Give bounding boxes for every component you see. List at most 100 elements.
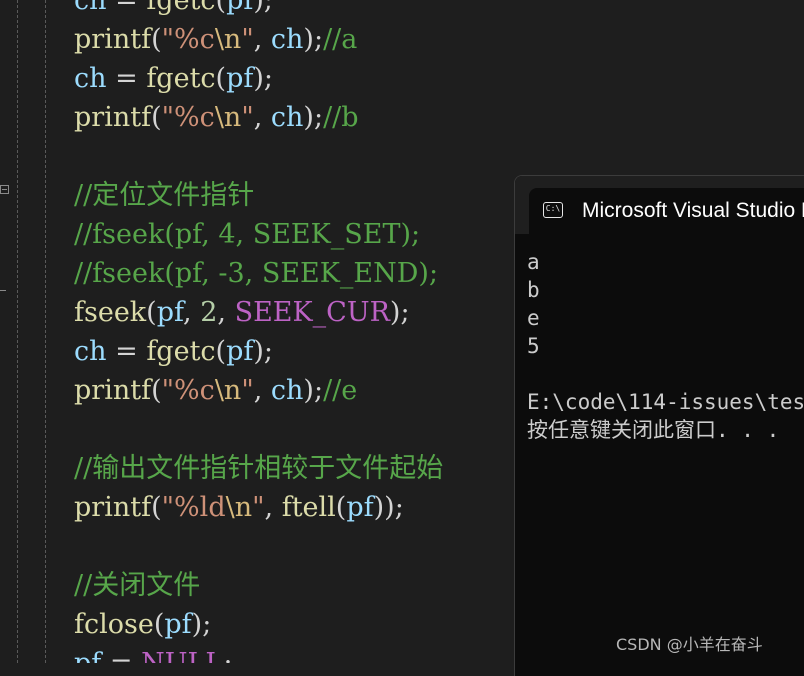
code-token: ,	[183, 297, 201, 328]
code-token: (	[146, 297, 157, 328]
code-line[interactable]: //fseek(pf, -3, SEEK_END);	[74, 254, 438, 293]
console-output-line: e	[527, 306, 540, 330]
code-token: printf	[74, 492, 152, 523]
code-token: );	[191, 609, 212, 640]
code-line[interactable]: //定位文件指针	[74, 176, 254, 215]
code-token: pf	[226, 0, 254, 16]
code-token: //输出文件指针相较于文件起始	[74, 453, 444, 484]
code-token: ;	[223, 648, 232, 663]
code-token: 2	[200, 297, 218, 328]
code-token: "	[241, 375, 254, 406]
code-token: ch	[74, 336, 107, 367]
watermark: CSDN @小羊在奋斗	[616, 635, 763, 654]
console-output-line: b	[527, 278, 540, 302]
code-token: pf	[74, 648, 101, 663]
fold-end-icon	[0, 290, 6, 291]
code-token: ,	[264, 492, 282, 523]
code-token: //b	[323, 102, 359, 133]
code-token: (	[215, 0, 227, 16]
code-line[interactable]: //输出文件指针相较于文件起始	[74, 449, 443, 488]
code-token: pf	[346, 492, 374, 523]
fold-toggle-icon[interactable]	[0, 185, 9, 194]
code-token: //fseek(pf, 4, SEEK_SET);	[74, 219, 421, 250]
code-line[interactable]: printf("%ld\n", ftell(pf));	[74, 488, 404, 527]
code-line[interactable]: pf = NULL;	[74, 644, 232, 663]
code-token: "%ld	[161, 492, 226, 523]
code-token: ,	[217, 297, 235, 328]
code-token: =	[101, 648, 141, 663]
code-token: \n	[214, 375, 242, 406]
terminal-icon: C:\	[543, 202, 563, 218]
code-token: ));	[373, 492, 404, 523]
console-output-line: a	[527, 250, 540, 274]
code-token: );	[253, 336, 274, 367]
code-token: );	[303, 24, 324, 55]
code-token: (	[151, 492, 162, 523]
code-token: (	[151, 24, 162, 55]
code-line[interactable]: //fseek(pf, 4, SEEK_SET);	[74, 215, 420, 254]
indent-guide	[17, 0, 18, 663]
code-token: fseek	[74, 297, 147, 328]
code-token: ch	[74, 0, 107, 16]
code-line[interactable]: fseek(pf, 2, SEEK_CUR);	[74, 293, 410, 332]
code-token: "	[241, 24, 254, 55]
code-token: \n	[214, 24, 242, 55]
code-token: NULL	[141, 648, 223, 663]
code-token: (	[151, 102, 162, 133]
code-token: ,	[253, 102, 271, 133]
code-token: (	[153, 609, 165, 640]
code-token: fclose	[74, 609, 154, 640]
code-token: fgetc	[146, 336, 216, 367]
code-token: ftell	[281, 492, 336, 523]
code-token: );	[303, 375, 324, 406]
code-token: //定位文件指针	[74, 180, 255, 211]
indent-guide	[45, 0, 46, 663]
code-token: ch	[270, 375, 304, 406]
console-output-line: 按任意键关闭此窗口. . .	[527, 418, 780, 442]
code-token: ,	[253, 24, 271, 55]
code-line[interactable]: ch = fgetc(pf);	[74, 332, 273, 371]
console-output-line: 5	[527, 334, 540, 358]
code-line[interactable]: fclose(pf);	[74, 605, 211, 644]
console-titlebar[interactable]: C:\ Microsoft Visual Studio Debug Consol…	[515, 176, 804, 234]
code-token: printf	[74, 375, 152, 406]
console-output-line: E:\code\114-issues\test\x64\Debug\test.e…	[527, 390, 804, 414]
code-token: printf	[74, 24, 152, 55]
code-token: fgetc	[146, 0, 216, 16]
code-token: ch	[74, 63, 107, 94]
editor-gutter	[0, 0, 48, 663]
code-token: "%c	[161, 375, 215, 406]
code-line[interactable]: printf("%c\n", ch);//e	[74, 371, 357, 410]
code-token: (	[335, 492, 347, 523]
code-token: );	[253, 0, 274, 16]
code-token: "	[252, 492, 265, 523]
code-token: ch	[270, 102, 304, 133]
code-token: "	[241, 102, 254, 133]
code-token: //关闭文件	[74, 570, 201, 601]
code-token: pf	[226, 63, 254, 94]
code-line[interactable]: //关闭文件	[74, 566, 200, 605]
code-token: pf	[226, 336, 254, 367]
code-token: (	[215, 336, 227, 367]
code-token: =	[106, 0, 147, 16]
code-token: );	[253, 63, 274, 94]
code-line[interactable]: ch = fgetc(pf);	[74, 0, 273, 20]
debug-console-window[interactable]: C:\ Microsoft Visual Studio Debug Consol…	[514, 175, 804, 676]
code-line[interactable]: printf("%c\n", ch);//b	[74, 98, 359, 137]
code-token: //e	[323, 375, 358, 406]
code-token: );	[389, 297, 410, 328]
code-token: "%c	[161, 24, 215, 55]
console-title: Microsoft Visual Studio Debug Console	[582, 199, 804, 222]
code-token: );	[303, 102, 324, 133]
code-token: printf	[74, 102, 152, 133]
code-token: "%c	[161, 102, 215, 133]
console-tab[interactable]: C:\ Microsoft Visual Studio Debug Consol…	[529, 188, 804, 234]
code-token: //fseek(pf, -3, SEEK_END);	[74, 258, 439, 289]
code-line[interactable]: printf("%c\n", ch);//a	[74, 20, 357, 59]
code-token: =	[106, 63, 147, 94]
console-output[interactable]: abe 5 E:\code\114-issues\test\x64\Debug\te…	[527, 248, 804, 444]
code-token: \n	[225, 492, 253, 523]
code-token: //a	[323, 24, 358, 55]
code-line[interactable]: ch = fgetc(pf);	[74, 59, 273, 98]
